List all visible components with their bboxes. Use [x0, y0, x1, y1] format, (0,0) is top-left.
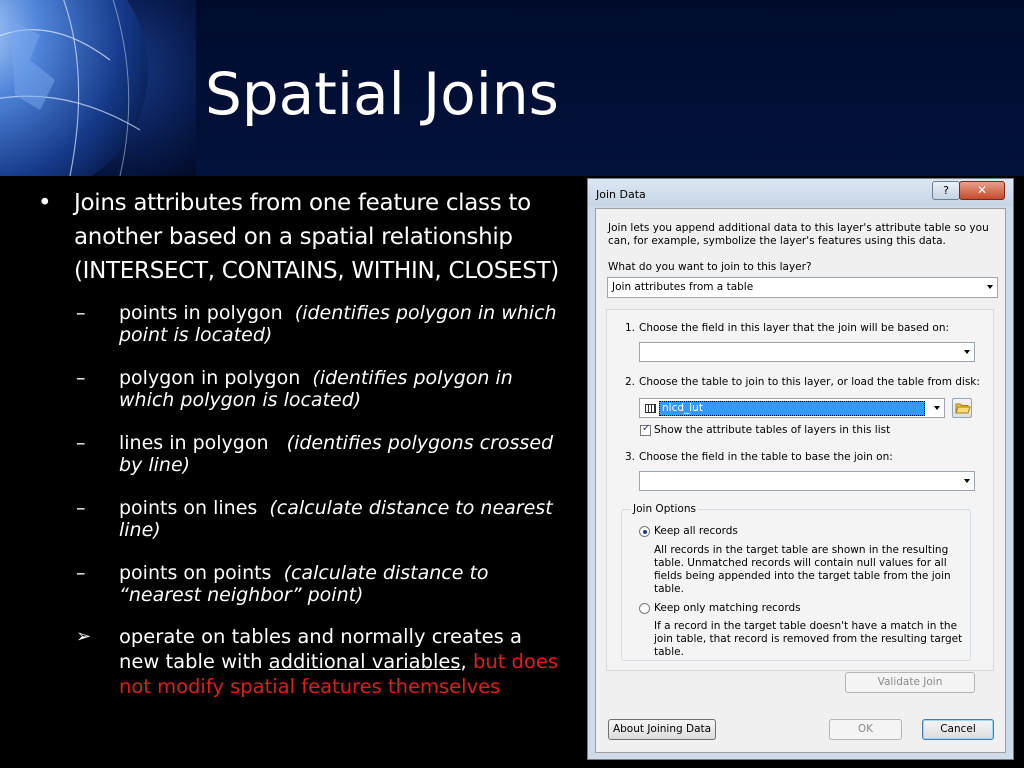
join-data-dialog: Join Data ? ✕ Join lets you append addit…	[587, 178, 1014, 760]
keep-matching-label: Keep only matching records	[654, 602, 801, 614]
dialog-content: Join lets you append additional data to …	[595, 208, 1006, 753]
sub-item: – lines in polygon (identifies polygons …	[76, 432, 564, 476]
dash-icon: –	[76, 497, 86, 519]
slide-title: Spatial Joins	[205, 60, 559, 128]
join-table-value: nlcd_lut	[659, 401, 925, 416]
table-icon	[645, 404, 656, 413]
join-type-value: Join attributes from a table	[612, 281, 754, 293]
sub-item-bold: points in polygon	[119, 302, 283, 324]
keep-matching-description: If a record in the target table doesn't …	[654, 620, 963, 658]
help-button[interactable]: ?	[932, 181, 960, 200]
slide-header: Spatial Joins	[0, 0, 1024, 176]
step3-label: Choose the field in the table to base th…	[639, 451, 893, 463]
bullet-dot-icon: •	[38, 190, 52, 216]
keep-matching-radio[interactable]	[639, 603, 650, 614]
join-options-label: Join Options	[631, 503, 698, 515]
keep-all-label: Keep all records	[654, 525, 738, 537]
bullet-list: • Joins attributes from one feature clas…	[38, 186, 578, 699]
join-field-dropdown[interactable]	[639, 471, 975, 491]
show-layers-label: Show the attribute tables of layers in t…	[654, 424, 891, 436]
dialog-title: Join Data	[596, 188, 646, 201]
sub-item-bold: lines in polygon	[119, 432, 269, 454]
dash-icon: –	[76, 367, 86, 389]
sub-item-bold: points on points	[119, 562, 272, 584]
arrow-underlined: additional variables	[268, 650, 461, 673]
cancel-button[interactable]: Cancel	[922, 719, 994, 740]
step2-number: 2.	[625, 376, 636, 388]
ok-button[interactable]: OK	[829, 719, 902, 740]
step1-label: Choose the field in this layer that the …	[639, 322, 950, 334]
main-bullet-text: Joins attributes from one feature class …	[74, 190, 559, 284]
join-type-dropdown[interactable]: Join attributes from a table	[607, 277, 998, 298]
what-label: What do you want to join to this layer?	[608, 261, 812, 273]
about-joining-data-button[interactable]: About Joining Data	[608, 719, 716, 740]
dash-icon: –	[76, 302, 86, 324]
step2-label: Choose the table to join to this layer, …	[639, 376, 980, 388]
globe-image	[0, 0, 196, 176]
layer-field-dropdown[interactable]	[639, 342, 975, 362]
sub-item-bold: polygon in polygon	[119, 367, 301, 389]
sub-item-bold: points on lines	[119, 497, 258, 519]
dialog-titlebar[interactable]: Join Data ? ✕	[588, 179, 1013, 206]
open-folder-button[interactable]	[952, 398, 972, 418]
join-table-dropdown[interactable]: nlcd_lut	[639, 398, 945, 418]
validate-join-button[interactable]: Validate Join	[845, 672, 975, 693]
main-bullet: • Joins attributes from one feature clas…	[38, 186, 578, 288]
step3-number: 3.	[625, 451, 636, 463]
keep-all-radio[interactable]	[639, 526, 650, 537]
sub-item: – polygon in polygon (identifies polygon…	[76, 367, 564, 411]
sub-item: – points in polygon (identifies polygon …	[76, 302, 564, 346]
step1-number: 1.	[625, 322, 636, 334]
arrow-bullet: ➢ operate on tables and normally creates…	[76, 624, 564, 699]
join-settings-panel: 1. Choose the field in this layer that t…	[606, 309, 994, 671]
dash-icon: –	[76, 432, 86, 454]
chevron-down-icon	[964, 350, 970, 354]
close-button[interactable]: ✕	[959, 181, 1005, 200]
keep-all-description: All records in the target table are show…	[654, 544, 951, 595]
arrow-text-b: ,	[460, 650, 473, 673]
chevron-down-icon	[987, 285, 993, 289]
dash-icon: –	[76, 562, 86, 584]
arrow-bullet-icon: ➢	[76, 626, 92, 647]
sub-item: – points on points (calculate distance t…	[76, 562, 564, 606]
intro-text: Join lets you append additional data to …	[608, 222, 989, 247]
chevron-down-icon	[964, 479, 970, 483]
show-layers-checkbox[interactable]	[640, 423, 651, 436]
sub-item: – points on lines (calculate distance to…	[76, 497, 564, 541]
chevron-down-icon	[934, 406, 940, 410]
folder-icon	[955, 403, 971, 414]
